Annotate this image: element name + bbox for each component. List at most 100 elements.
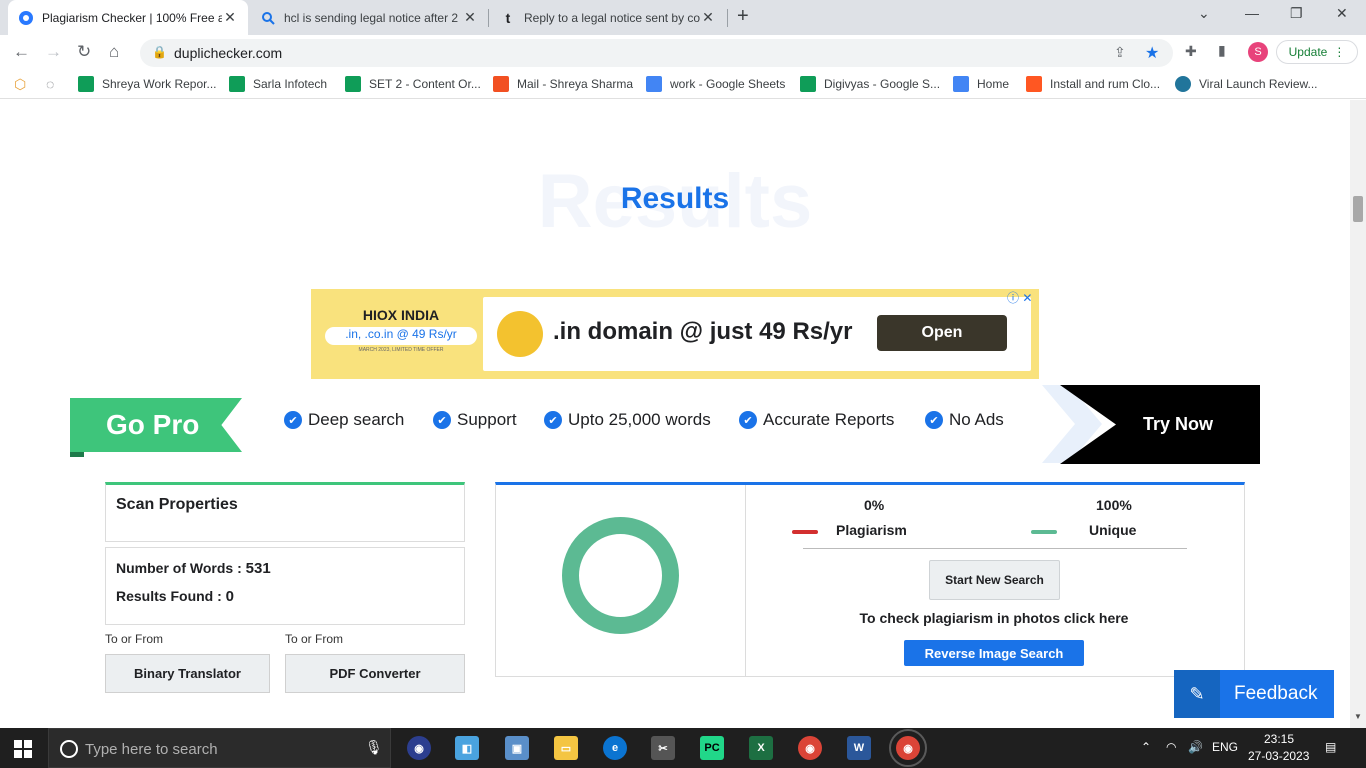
ad-banner[interactable]: HIOX INDIA .in, .co.in @ 49 Rs/yr MARCH … xyxy=(311,289,1039,379)
bookmark-label: SET 2 - Content Or... xyxy=(369,77,481,91)
results-found-value: 0 xyxy=(225,588,235,605)
feature-label: Deep search xyxy=(308,410,405,429)
scroll-down-icon[interactable]: ▼ xyxy=(1354,712,1362,721)
result-panel: 0% 100% Plagiarism Unique Start New Sear… xyxy=(495,482,1245,677)
tab-close-icon[interactable]: ✕ xyxy=(462,9,478,26)
photos-hint: To check plagiarism in photos click here xyxy=(859,610,1129,626)
ad-logo-icon xyxy=(497,311,543,357)
bookmark-item[interactable]: Sarla Infotech xyxy=(229,76,327,92)
clock-time[interactable]: 23:15 xyxy=(1264,732,1294,746)
back-icon[interactable]: ← xyxy=(13,42,30,62)
microphone-icon[interactable]: 🎙 xyxy=(365,739,383,756)
bookmark-item[interactable]: Digivyas - Google S... xyxy=(800,76,940,92)
show-hidden-icons-icon[interactable]: ⌃ xyxy=(1141,740,1151,754)
notifications-icon[interactable]: ▤ xyxy=(1325,740,1336,754)
forward-icon[interactable]: → xyxy=(45,42,62,62)
unique-percent: 100% xyxy=(1096,497,1132,513)
address-bar[interactable]: 🔒 duplichecker.com ⇪ ★ xyxy=(140,39,1173,67)
restore-icon[interactable]: ❐ xyxy=(1290,5,1303,22)
word-icon[interactable]: W xyxy=(847,736,871,760)
tab-reply-legal-notice[interactable]: t Reply to a legal notice sent by co ✕ xyxy=(490,0,726,35)
reverse-image-search-button[interactable]: Reverse Image Search xyxy=(904,640,1084,666)
bookmark-item[interactable]: SET 2 - Content Or... xyxy=(345,76,481,92)
binary-translator-button[interactable]: Binary Translator xyxy=(105,654,270,693)
snipping-tool-icon[interactable]: ✂ xyxy=(651,736,675,760)
scan-stats: Number of Words : 531 Results Found : 0 xyxy=(105,547,465,625)
reading-icon[interactable]: ◌ xyxy=(46,76,54,92)
windows-start-icon[interactable] xyxy=(14,740,32,758)
pycharm-icon[interactable]: PC xyxy=(700,736,724,760)
converter-caption: To or From xyxy=(105,632,164,646)
toolbar: ← → ↻ ⌂ 🔒 duplichecker.com ⇪ ★ ✚ ▮ S Upd… xyxy=(0,35,1366,69)
extensions-icon[interactable]: ✚ xyxy=(1185,43,1197,60)
tab-hcl-legal-notice[interactable]: hcl is sending legal notice after 2 ✕ xyxy=(250,0,488,35)
url-text[interactable]: duplichecker.com xyxy=(174,45,282,61)
update-label: Update xyxy=(1288,45,1328,59)
ad-open-button[interactable]: Open xyxy=(877,315,1007,351)
profile-avatar[interactable]: S xyxy=(1248,42,1268,62)
home-icon[interactable]: ⌂ xyxy=(109,42,119,62)
bookmark-label: Sarla Infotech xyxy=(253,77,328,91)
feature-accurate-reports: ✔ Accurate Reports xyxy=(739,410,894,430)
more-menu-icon: ⋮ xyxy=(1333,45,1346,59)
monitor-app-icon[interactable]: ▣ xyxy=(505,736,529,760)
bookmark-item[interactable]: Shreya Work Repor... xyxy=(78,76,217,92)
share-icon[interactable]: ⇪ xyxy=(1114,44,1126,61)
bookmark-star-icon[interactable]: ★ xyxy=(1145,43,1159,63)
feedback-label: Feedback xyxy=(1234,683,1318,704)
volume-icon[interactable]: 🔊 xyxy=(1188,740,1203,754)
taskbar: Type here to search 🎙 ◉ ◧ ▣ ▭ e ✂ PC X ◉… xyxy=(0,728,1366,768)
bookmark-label: work - Google Sheets xyxy=(670,77,786,91)
page-title: Results xyxy=(620,182,730,215)
check-icon: ✔ xyxy=(544,411,562,429)
bookmark-item[interactable]: work - Google Sheets xyxy=(646,76,785,92)
reload-icon[interactable]: ↻ xyxy=(77,42,91,62)
new-tab-icon[interactable]: + xyxy=(737,5,749,28)
scrollbar-thumb[interactable] xyxy=(1353,196,1363,222)
minimize-icon[interactable]: — xyxy=(1245,5,1259,21)
word-count-value: 531 xyxy=(245,560,271,577)
update-button[interactable]: Update ⋮ xyxy=(1276,40,1358,64)
edge-icon[interactable]: e xyxy=(603,736,627,760)
bookmark-item[interactable]: Home xyxy=(953,76,1009,92)
bookmarks-bar: ⬡ ◌ Shreya Work Repor... Sarla Infotech … xyxy=(0,69,1366,99)
network-icon[interactable]: ◠ xyxy=(1166,740,1176,754)
plagiarism-percent: 0% xyxy=(864,497,885,513)
feature-word-limit: ✔ Upto 25,000 words xyxy=(544,410,711,430)
duplichecker-favicon-icon xyxy=(18,10,34,26)
tab-search-chevron-icon[interactable]: ⌄ xyxy=(1198,5,1210,22)
file-explorer-icon[interactable]: ▭ xyxy=(554,736,578,760)
google-icon xyxy=(953,76,969,92)
bookmark-item[interactable]: Viral Launch Review... xyxy=(1175,76,1318,92)
apps-icon[interactable]: ⬡ xyxy=(14,76,26,93)
chrome-profile-icon[interactable]: ◉ xyxy=(889,729,927,767)
language-indicator[interactable]: ENG xyxy=(1212,740,1238,754)
ad-info-close-icon[interactable]: ⓘ ✕ xyxy=(1007,289,1032,306)
tab-close-icon[interactable]: ✕ xyxy=(222,9,238,26)
unique-donut-chart xyxy=(562,517,679,634)
feedback-button[interactable]: ✎ Feedback xyxy=(1174,670,1334,718)
bookmark-item[interactable]: Install and rum Clo... xyxy=(1026,76,1160,92)
tab-plagiarism-checker[interactable]: Plagiarism Checker | 100% Free a ✕ xyxy=(8,0,248,35)
check-icon: ✔ xyxy=(925,411,943,429)
bookmark-label: Shreya Work Repor... xyxy=(102,77,217,91)
tab-separator xyxy=(727,9,728,27)
clock-date[interactable]: 27-03-2023 xyxy=(1248,749,1309,763)
taskbar-search-input[interactable]: Type here to search 🎙 xyxy=(48,728,391,768)
pdf-converter-button[interactable]: PDF Converter xyxy=(285,654,465,693)
side-panel-icon[interactable]: ▮ xyxy=(1218,42,1226,59)
eclipse-icon[interactable]: ◉ xyxy=(407,736,431,760)
tab-close-icon[interactable]: ✕ xyxy=(700,9,716,26)
start-new-search-button[interactable]: Start New Search xyxy=(929,560,1060,600)
tab-separator xyxy=(488,9,489,27)
feature-label: No Ads xyxy=(949,410,1004,429)
settings-app-icon[interactable]: ◧ xyxy=(455,736,479,760)
excel-icon[interactable]: X xyxy=(749,736,773,760)
close-window-icon[interactable]: ✕ xyxy=(1336,5,1348,22)
vertical-scrollbar[interactable]: ▼ xyxy=(1350,100,1366,728)
lock-icon: 🔒 xyxy=(152,45,167,59)
bookmark-item[interactable]: Mail - Shreya Sharma xyxy=(493,76,633,92)
google-sheets-icon xyxy=(229,76,245,92)
ad-headline: .in domain @ just 49 Rs/yr xyxy=(553,318,853,345)
chrome-icon[interactable]: ◉ xyxy=(798,736,822,760)
